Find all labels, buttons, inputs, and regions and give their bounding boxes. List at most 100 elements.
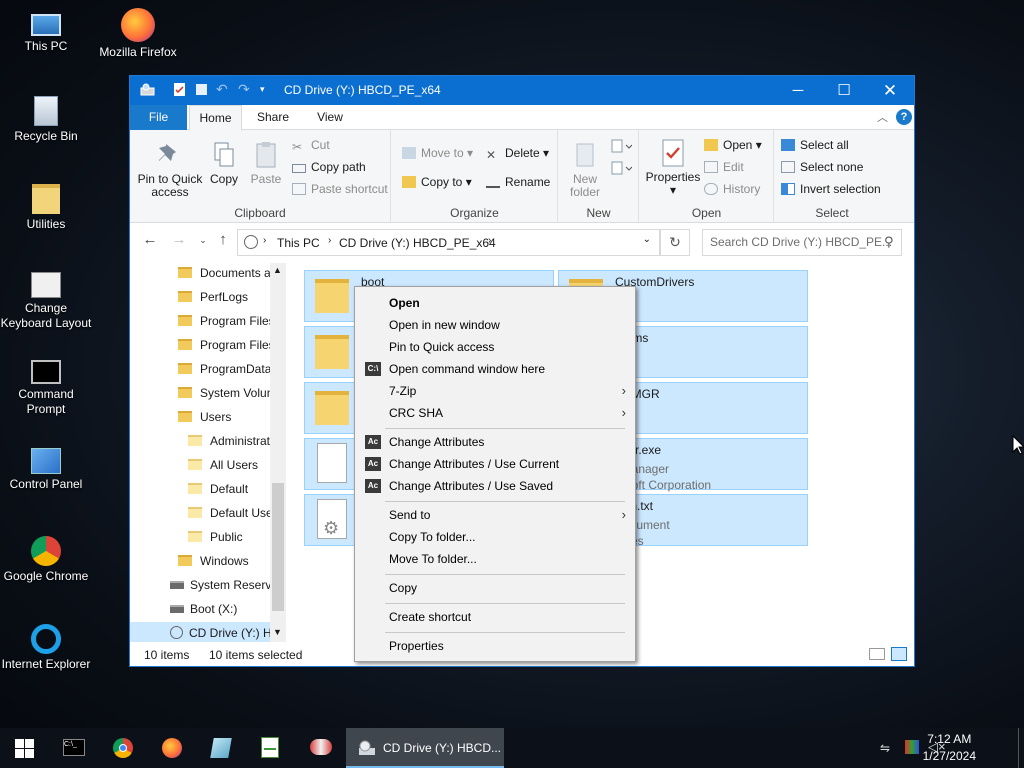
select-none-button[interactable]: Select none <box>781 159 863 175</box>
new-item-icon[interactable] <box>610 138 632 154</box>
edit-button[interactable]: Edit <box>704 159 744 175</box>
nav-item[interactable]: Default User <box>188 502 277 524</box>
taskbar-firefox[interactable] <box>148 728 196 768</box>
start-button[interactable] <box>0 728 48 768</box>
maximize-button[interactable]: ☐ <box>821 76 867 105</box>
menu-item-copy[interactable]: Copy <box>355 577 635 599</box>
nav-item[interactable]: System Volun <box>178 382 273 404</box>
redo-icon[interactable]: ↷ <box>238 82 253 97</box>
nav-scrollbar[interactable]: ▲ ▼ <box>270 263 286 642</box>
history-button[interactable]: History <box>704 181 760 197</box>
menu-item-open-in-new-window[interactable]: Open in new window <box>355 314 635 336</box>
nav-item[interactable]: PerfLogs <box>178 286 248 308</box>
menu-item-move-to-folder[interactable]: Move To folder... <box>355 548 635 570</box>
menu-item-send-to[interactable]: Send to › <box>355 504 635 526</box>
nav-item[interactable]: ProgramData <box>178 358 271 380</box>
nav-item[interactable]: Default <box>188 478 248 500</box>
back-arrow-icon[interactable]: ← <box>140 231 160 248</box>
close-button[interactable]: ✕ <box>867 76 913 105</box>
invert-selection-button[interactable]: Invert selection <box>781 181 881 197</box>
properties-check-icon[interactable] <box>172 82 187 97</box>
properties-button[interactable]: Properties ▾ <box>644 138 702 197</box>
desktop-icon-utilities[interactable]: Utilities <box>0 184 92 232</box>
tab-view[interactable]: View <box>306 105 354 130</box>
menu-item-open-command-window-here[interactable]: C:\ Open command window here <box>355 358 635 380</box>
nav-item[interactable]: Administrat <box>188 430 270 452</box>
breadcrumb-cd-drive[interactable]: CD Drive (Y:) HBCD_PE_x64 <box>339 236 496 250</box>
show-desktop-button[interactable] <box>1018 728 1024 768</box>
menu-item-crc-sha[interactable]: CRC SHA › <box>355 402 635 424</box>
forward-arrow-icon[interactable]: → <box>169 231 189 248</box>
clock[interactable]: 7:12 AM 1/27/2024 <box>923 731 976 765</box>
scroll-down-icon[interactable]: ▼ <box>273 627 282 637</box>
menu-item-pin-to-quick-access[interactable]: Pin to Quick access <box>355 336 635 358</box>
nav-item[interactable]: Program Files <box>178 310 275 332</box>
nav-item[interactable]: System Reserve <box>170 574 278 596</box>
taskbar-cmd[interactable]: C:\_ <box>50 728 98 768</box>
nav-item[interactable]: Windows <box>178 550 249 572</box>
nav-item[interactable]: Users <box>178 406 231 428</box>
title-bar[interactable]: ↶ ↷ ▾ CD Drive (Y:) HBCD_PE_x64 ─ ☐ ✕ <box>130 76 914 105</box>
desktop-icon-recycle-bin[interactable]: Recycle Bin <box>0 96 92 144</box>
paste-shortcut-button[interactable]: Paste shortcut <box>292 181 388 197</box>
new-folder-button[interactable]: New folder <box>563 140 607 199</box>
desktop-icon-google-chrome[interactable]: Google Chrome <box>0 536 92 584</box>
taskbar-app-4[interactable] <box>197 728 245 768</box>
refresh-icon[interactable]: ↻ <box>660 229 690 256</box>
desktop-icon-internet-explorer[interactable]: Internet Explorer <box>0 624 92 672</box>
pin-quick-access-button[interactable]: Pin to Quick access <box>136 140 204 199</box>
desktop-icon-change-keyboard-layout[interactable]: Change Keyboard Layout <box>0 272 92 331</box>
minimize-button[interactable]: ─ <box>775 76 821 105</box>
copy-button[interactable]: Copy <box>204 140 244 186</box>
cut-button[interactable]: ✂ Cut <box>292 137 330 154</box>
up-arrow-icon[interactable]: ↑ <box>213 231 233 248</box>
search-input[interactable]: Search CD Drive (Y:) HBCD_PE... <box>702 229 902 256</box>
tab-home[interactable]: Home <box>189 105 242 131</box>
copy-path-button[interactable]: Copy path <box>292 159 366 175</box>
taskbar-app-6[interactable] <box>296 728 344 768</box>
nav-item[interactable]: Public <box>188 526 243 548</box>
menu-item-change-attributes[interactable]: Ac Change Attributes <box>355 431 635 453</box>
address-box[interactable]: › This PC › CD Drive (Y:) HBCD_PE_x64 › … <box>237 229 660 256</box>
breadcrumb-this-pc[interactable]: This PC <box>277 236 320 250</box>
easy-access-icon[interactable] <box>610 160 632 176</box>
taskbar-app-5[interactable] <box>246 728 294 768</box>
display-settings-icon[interactable] <box>905 740 919 754</box>
delete-button[interactable]: ✕ Delete ▾ <box>486 145 549 162</box>
new-folder-qa-icon[interactable] <box>194 82 209 97</box>
menu-item-create-shortcut[interactable]: Create shortcut <box>355 606 635 628</box>
scroll-up-icon[interactable]: ▲ <box>273 265 282 275</box>
desktop-icon-control-panel[interactable]: Control Panel <box>0 448 92 492</box>
collapse-ribbon-icon[interactable]: ︿ <box>877 109 888 125</box>
help-icon[interactable]: ? <box>896 109 912 125</box>
customize-qa-chevron-icon[interactable]: ▾ <box>260 82 275 97</box>
open-button[interactable]: Open ▾ <box>704 137 762 153</box>
menu-item-change-attributes-use-saved[interactable]: Ac Change Attributes / Use Saved <box>355 475 635 497</box>
desktop-icon-command-prompt[interactable]: Command Prompt <box>0 360 92 417</box>
taskbar-explorer-active[interactable]: CD Drive (Y:) HBCD... <box>346 728 504 768</box>
move-to-button[interactable]: Move to ▾ <box>402 145 473 161</box>
paste-button[interactable]: Paste <box>246 140 286 186</box>
recent-locations-chevron-icon[interactable]: ⌄ <box>193 235 213 246</box>
nav-item[interactable]: All Users <box>188 454 258 476</box>
undo-icon[interactable]: ↶ <box>216 82 231 97</box>
large-icons-view-icon[interactable] <box>891 647 907 661</box>
details-view-icon[interactable] <box>869 648 885 660</box>
nav-item[interactable]: Program Files <box>178 334 275 356</box>
desktop-icon-mozilla-firefox[interactable]: Mozilla Firefox <box>92 8 184 60</box>
address-dropdown-icon[interactable]: ⌄ <box>643 234 651 245</box>
rename-button[interactable]: Rename <box>486 174 550 190</box>
taskbar-chrome[interactable] <box>99 728 147 768</box>
nav-item[interactable]: Documents a <box>178 263 271 284</box>
copy-to-button[interactable]: Copy to ▾ <box>402 174 472 190</box>
nav-item[interactable]: Boot (X:) <box>170 598 237 620</box>
menu-item-open[interactable]: Open <box>355 292 635 314</box>
nav-item[interactable]: CD Drive (Y:) H <box>130 622 286 642</box>
menu-item-properties[interactable]: Properties <box>355 635 635 657</box>
nav-scroll-thumb[interactable] <box>272 483 284 611</box>
menu-item-copy-to-folder[interactable]: Copy To folder... <box>355 526 635 548</box>
select-all-button[interactable]: Select all <box>781 137 849 153</box>
menu-item-7-zip[interactable]: 7-Zip › <box>355 380 635 402</box>
tab-share[interactable]: Share <box>248 105 298 130</box>
desktop-icon-this-pc[interactable]: This PC <box>0 8 92 54</box>
